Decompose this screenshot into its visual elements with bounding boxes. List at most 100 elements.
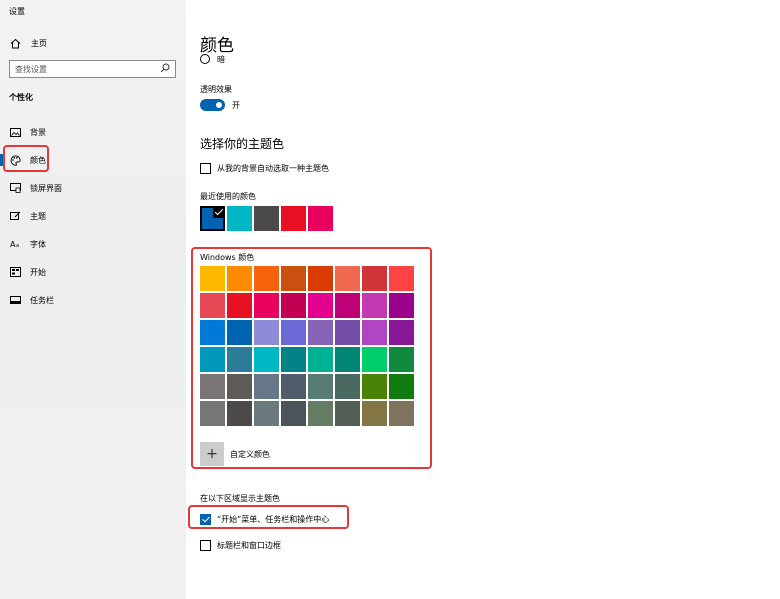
color-swatch[interactable] bbox=[335, 374, 360, 399]
color-swatch[interactable] bbox=[362, 293, 387, 318]
recent-color-swatch[interactable] bbox=[254, 206, 279, 231]
highlight-annotation-colors bbox=[3, 145, 49, 172]
custom-color-button-row[interactable]: + 自定义颜色 bbox=[200, 442, 270, 466]
sidebar: 设置 主页 个性化 背景 颜色 锁屏界面 bbox=[0, 0, 186, 599]
color-swatch[interactable] bbox=[362, 374, 387, 399]
home-label: 主页 bbox=[31, 38, 47, 48]
color-swatch[interactable] bbox=[281, 320, 306, 345]
search-box[interactable] bbox=[9, 60, 176, 78]
accent-title: 选择你的主题色 bbox=[200, 137, 285, 151]
color-swatch[interactable] bbox=[308, 320, 333, 345]
color-swatch[interactable] bbox=[389, 266, 414, 291]
sidebar-item-lock-screen[interactable]: 锁屏界面 bbox=[0, 174, 186, 202]
color-swatch[interactable] bbox=[308, 374, 333, 399]
color-swatch[interactable] bbox=[281, 374, 306, 399]
color-swatch[interactable] bbox=[227, 320, 252, 345]
color-swatch[interactable] bbox=[281, 347, 306, 372]
sidebar-item-label: 字体 bbox=[30, 239, 46, 249]
auto-pick-checkbox[interactable] bbox=[200, 163, 211, 174]
color-swatch[interactable] bbox=[281, 266, 306, 291]
color-swatch[interactable] bbox=[200, 401, 225, 426]
recent-color-swatch[interactable] bbox=[227, 206, 252, 231]
app-title: 设置 bbox=[9, 7, 25, 16]
sidebar-item-label: 主题 bbox=[30, 211, 46, 221]
plus-icon[interactable]: + bbox=[200, 442, 224, 466]
main-content: 颜色 暗 透明效果 开 选择你的主题色 从我的背景自动选取一种主题色 最近使用的… bbox=[186, 0, 780, 599]
color-swatch[interactable] bbox=[281, 401, 306, 426]
sidebar-item-label: 开始 bbox=[30, 267, 46, 277]
color-swatch[interactable] bbox=[389, 347, 414, 372]
color-swatch[interactable] bbox=[227, 347, 252, 372]
show-titlebar-checkbox-row[interactable]: 标题栏和窗口边框 bbox=[200, 540, 281, 551]
color-swatch[interactable] bbox=[308, 293, 333, 318]
taskbar-icon bbox=[9, 294, 21, 306]
color-swatch[interactable] bbox=[389, 374, 414, 399]
color-swatch[interactable] bbox=[362, 401, 387, 426]
recent-color-swatch[interactable] bbox=[200, 206, 225, 231]
color-swatch[interactable] bbox=[389, 293, 414, 318]
color-swatch[interactable] bbox=[335, 320, 360, 345]
color-swatch[interactable] bbox=[389, 401, 414, 426]
mode-radio-dark[interactable]: 暗 bbox=[200, 54, 225, 64]
sidebar-item-fonts[interactable]: Aa 字体 bbox=[0, 230, 186, 258]
recent-colors bbox=[200, 206, 335, 231]
search-input[interactable] bbox=[15, 64, 160, 74]
color-swatch[interactable] bbox=[200, 347, 225, 372]
color-swatch[interactable] bbox=[200, 266, 225, 291]
color-swatch[interactable] bbox=[281, 293, 306, 318]
transparency-label: 透明效果 bbox=[200, 85, 232, 94]
color-swatch[interactable] bbox=[200, 293, 225, 318]
show-start-checkbox-row[interactable]: “开始”菜单、任务栏和操作中心 bbox=[200, 514, 329, 525]
sidebar-item-label: 背景 bbox=[30, 127, 46, 137]
color-swatch[interactable] bbox=[227, 374, 252, 399]
color-swatch[interactable] bbox=[335, 266, 360, 291]
sidebar-item-label: 锁屏界面 bbox=[30, 183, 62, 193]
color-swatch[interactable] bbox=[362, 266, 387, 291]
color-swatch[interactable] bbox=[254, 401, 279, 426]
svg-text:a: a bbox=[16, 243, 19, 249]
color-swatch[interactable] bbox=[254, 266, 279, 291]
start-icon bbox=[9, 266, 21, 278]
color-swatch[interactable] bbox=[200, 374, 225, 399]
color-swatch[interactable] bbox=[308, 401, 333, 426]
color-swatch[interactable] bbox=[254, 374, 279, 399]
show-start-checkbox[interactable] bbox=[200, 514, 211, 525]
color-swatch[interactable] bbox=[254, 320, 279, 345]
color-swatch[interactable] bbox=[308, 266, 333, 291]
color-swatch[interactable] bbox=[227, 266, 252, 291]
custom-color-label: 自定义颜色 bbox=[230, 449, 270, 459]
show-titlebar-checkbox[interactable] bbox=[200, 540, 211, 551]
home-icon bbox=[9, 37, 21, 49]
color-swatch[interactable] bbox=[254, 347, 279, 372]
show-on-label: 在以下区域显示主题色 bbox=[200, 494, 280, 503]
color-swatch[interactable] bbox=[335, 347, 360, 372]
color-swatch[interactable] bbox=[227, 293, 252, 318]
color-swatch[interactable] bbox=[335, 293, 360, 318]
color-swatch[interactable] bbox=[227, 401, 252, 426]
search-icon[interactable] bbox=[160, 63, 170, 76]
windows-color-grid bbox=[200, 266, 414, 426]
color-swatch[interactable] bbox=[200, 320, 225, 345]
recent-label: 最近使用的颜色 bbox=[200, 192, 256, 201]
toggle-state: 开 bbox=[232, 100, 240, 110]
windows-colors-label: Windows 颜色 bbox=[200, 253, 255, 262]
sidebar-item-background[interactable]: 背景 bbox=[0, 118, 186, 146]
sidebar-item-taskbar[interactable]: 任务栏 bbox=[0, 286, 186, 314]
color-swatch[interactable] bbox=[362, 347, 387, 372]
color-swatch[interactable] bbox=[308, 347, 333, 372]
recent-color-swatch[interactable] bbox=[281, 206, 306, 231]
auto-pick-checkbox-row[interactable]: 从我的背景自动选取一种主题色 bbox=[200, 163, 329, 174]
sidebar-item-start[interactable]: 开始 bbox=[0, 258, 186, 286]
home-link[interactable]: 主页 bbox=[9, 36, 47, 50]
transparency-toggle-row: 开 bbox=[200, 99, 240, 111]
theme-icon bbox=[9, 210, 21, 222]
color-swatch[interactable] bbox=[362, 320, 387, 345]
recent-color-swatch[interactable] bbox=[308, 206, 333, 231]
sidebar-item-themes[interactable]: 主题 bbox=[0, 202, 186, 230]
font-icon: Aa bbox=[9, 238, 21, 250]
color-swatch[interactable] bbox=[335, 401, 360, 426]
color-swatch[interactable] bbox=[254, 293, 279, 318]
transparency-toggle[interactable] bbox=[200, 99, 225, 111]
radio-button[interactable] bbox=[200, 54, 210, 64]
color-swatch[interactable] bbox=[389, 320, 414, 345]
